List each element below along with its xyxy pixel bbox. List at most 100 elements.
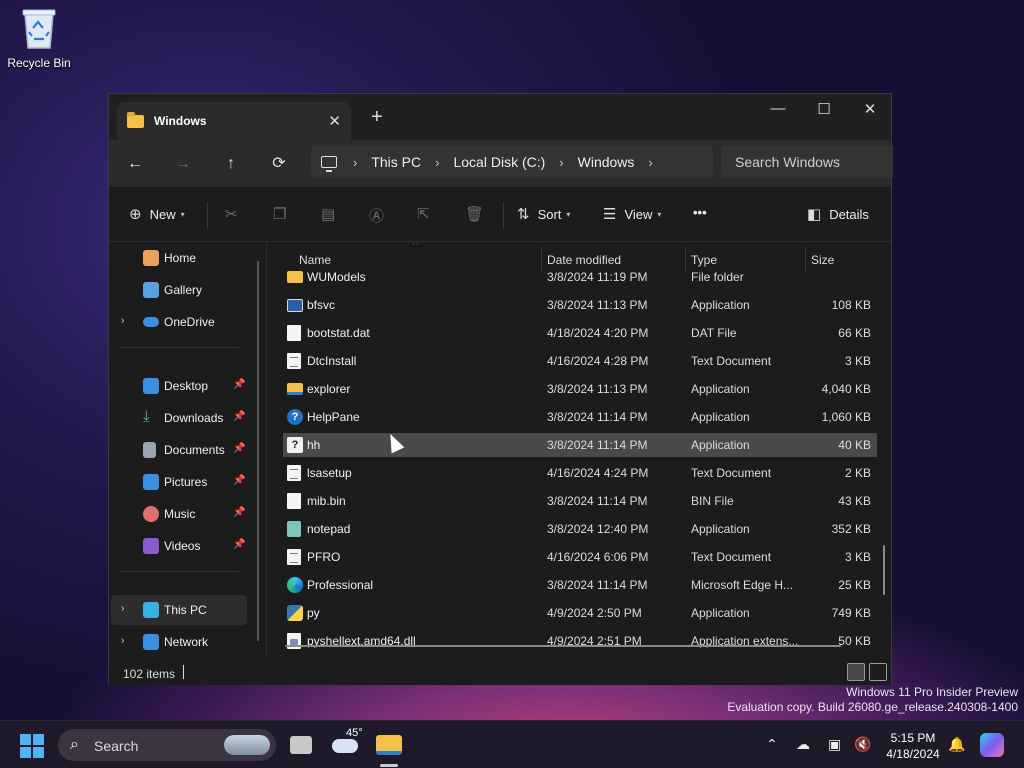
sidebar-item-pictures[interactable]: Pictures 📌 <box>111 467 247 497</box>
chevron-right-icon[interactable]: › <box>121 635 124 646</box>
table-row[interactable]: WUModels 3/8/2024 11:19 PM File folder <box>283 265 877 289</box>
view-button[interactable]: ☰ View ▾ <box>603 205 661 223</box>
file-type: Microsoft Edge H... <box>691 578 794 592</box>
table-row[interactable]: notepad 3/8/2024 12:40 PM Application 35… <box>283 517 877 541</box>
search-input[interactable]: Search Windows <box>721 146 893 178</box>
delete-button[interactable]: 🗑 <box>465 205 492 223</box>
table-row[interactable]: PFRO 4/16/2024 6:06 PM Text Document 3 K… <box>283 545 877 569</box>
refresh-button[interactable]: ⟳ <box>267 152 291 176</box>
paste-button[interactable]: ▤ <box>321 205 343 223</box>
file-explorer-taskbar-icon[interactable] <box>376 735 402 755</box>
sort-button[interactable]: ⇅ Sort ▾ <box>517 205 570 223</box>
music-icon <box>143 506 159 522</box>
chevron-right-icon[interactable]: › <box>121 315 124 326</box>
file-name: WUModels <box>307 270 366 284</box>
notification-bell-icon[interactable]: 🔔 <box>948 736 965 753</box>
python-icon <box>287 605 303 621</box>
forward-button[interactable]: → <box>171 152 195 176</box>
share-button[interactable]: ⇱ <box>417 205 438 223</box>
pin-icon[interactable]: 📌 <box>233 379 245 390</box>
sidebar-item-home[interactable]: Home <box>111 243 247 273</box>
sidebar-item-gallery[interactable]: Gallery <box>111 275 247 305</box>
network-icon[interactable]: ▣ <box>828 736 841 753</box>
start-button[interactable] <box>20 734 44 758</box>
file-name: notepad <box>307 522 351 536</box>
task-view-icon[interactable] <box>290 736 312 754</box>
table-row[interactable]: ? HelpPane 3/8/2024 11:14 PM Application… <box>283 405 877 429</box>
table-row[interactable]: Professional 3/8/2024 11:14 PM Microsoft… <box>283 573 877 597</box>
table-row[interactable]: py 4/9/2024 2:50 PM Application 749 KB <box>283 601 877 625</box>
more-options-button[interactable]: ••• <box>693 205 707 220</box>
up-button[interactable]: ↑ <box>219 152 243 176</box>
vertical-scrollbar[interactable] <box>883 545 885 595</box>
file-date: 3/8/2024 11:13 PM <box>547 298 648 312</box>
sidebar-item-desktop[interactable]: Desktop 📌 <box>111 371 247 401</box>
show-hidden-icons-chevron-icon[interactable]: ⌃ <box>766 736 778 753</box>
sidebar-item-onedrive[interactable]: › OneDrive <box>111 307 247 337</box>
list-view-icon: ☰ <box>603 206 617 223</box>
file-name: explorer <box>307 382 351 396</box>
pin-icon[interactable]: 📌 <box>233 507 245 518</box>
sidebar-item-label: This PC <box>164 603 207 617</box>
cut-button[interactable]: ✂ <box>225 205 246 223</box>
file-date: 4/16/2024 4:24 PM <box>547 466 649 480</box>
breadcrumb-local-disk[interactable]: Local Disk (C:) <box>453 154 545 170</box>
breadcrumb-separator[interactable]: › <box>353 155 357 170</box>
breadcrumb-separator[interactable]: › <box>648 155 652 170</box>
maximize-button[interactable]: ☐ <box>809 100 839 118</box>
sidebar-item-documents[interactable]: Documents 📌 <box>111 435 247 465</box>
speaker-muted-icon[interactable]: 🔇 <box>854 736 871 753</box>
table-row[interactable]: bfsvc 3/8/2024 11:13 PM Application 108 … <box>283 293 877 317</box>
recycle-bin[interactable]: Recycle Bin <box>4 6 74 70</box>
cloud-icon <box>143 317 159 327</box>
weather-icon[interactable] <box>332 739 358 753</box>
back-button[interactable]: ← <box>123 152 147 176</box>
taskbar-search[interactable]: ⌕ Search <box>58 729 276 761</box>
minimize-button[interactable]: — <box>763 100 793 117</box>
copy-button[interactable]: ❐ <box>273 205 294 223</box>
address-bar[interactable]: › This PC › Local Disk (C:) › Windows › <box>311 146 713 178</box>
sidebar-scrollbar[interactable] <box>257 261 259 641</box>
new-button[interactable]: ⊕ New ▾ <box>129 205 185 223</box>
pin-icon[interactable]: 📌 <box>233 411 245 422</box>
table-row[interactable]: ? hh 3/8/2024 11:14 PM Application 40 KB <box>283 433 877 457</box>
pin-icon[interactable]: 📌 <box>233 475 245 486</box>
pin-icon[interactable]: 📌 <box>233 443 245 454</box>
sidebar-item-music[interactable]: Music 📌 <box>111 499 247 529</box>
picture-icon <box>143 474 159 490</box>
horizontal-scrollbar[interactable] <box>285 645 841 647</box>
table-row[interactable]: mib.bin 3/8/2024 11:14 PM BIN File 43 KB <box>283 489 877 513</box>
close-button[interactable]: ✕ <box>855 100 885 118</box>
details-button[interactable]: ◧ Details <box>807 205 869 223</box>
table-row[interactable]: DtcInstall 4/16/2024 4:28 PM Text Docume… <box>283 349 877 373</box>
clock[interactable]: 5:15 PM 4/18/2024 <box>880 730 946 762</box>
rename-icon: Ⓐ <box>369 208 385 225</box>
active-app-indicator <box>380 764 398 767</box>
breadcrumb-windows[interactable]: Windows <box>578 154 635 170</box>
table-row[interactable]: lsasetup 4/16/2024 4:24 PM Text Document… <box>283 461 877 485</box>
sidebar-item-this-pc[interactable]: › This PC <box>111 595 247 625</box>
rename-button[interactable]: Ⓐ <box>369 205 392 226</box>
copilot-icon[interactable] <box>980 733 1004 757</box>
sidebar-item-videos[interactable]: Videos 📌 <box>111 531 247 561</box>
new-tab-button[interactable]: + <box>371 106 383 129</box>
table-row[interactable]: explorer 3/8/2024 11:13 PM Application 4… <box>283 377 877 401</box>
large-icons-view-button[interactable] <box>869 663 887 681</box>
chevron-right-icon[interactable]: › <box>121 603 124 614</box>
table-row[interactable]: bootstat.dat 4/18/2024 4:20 PM DAT File … <box>283 321 877 345</box>
breadcrumb-separator[interactable]: › <box>559 155 563 170</box>
breadcrumb-separator[interactable]: › <box>435 155 439 170</box>
sidebar-item-network[interactable]: › Network <box>111 627 247 657</box>
file-name: DtcInstall <box>307 354 357 368</box>
details-view-button[interactable] <box>847 663 865 681</box>
pin-icon[interactable]: 📌 <box>233 539 245 550</box>
table-row[interactable]: pyshellext.amd64.dll 4/9/2024 2:51 PM Ap… <box>283 629 877 653</box>
tab-windows[interactable]: Windows ✕ <box>117 102 351 140</box>
sidebar-item-downloads[interactable]: ⤓ Downloads 📌 <box>111 403 247 433</box>
tab-close-icon[interactable]: ✕ <box>328 112 341 130</box>
breadcrumb-this-pc[interactable]: This PC <box>371 154 421 170</box>
file-type: Application <box>691 382 750 396</box>
sidebar-item-label: Downloads <box>164 411 224 425</box>
onedrive-status-icon[interactable]: ☁ <box>796 736 810 753</box>
sort-icon: ⇅ <box>517 206 530 223</box>
